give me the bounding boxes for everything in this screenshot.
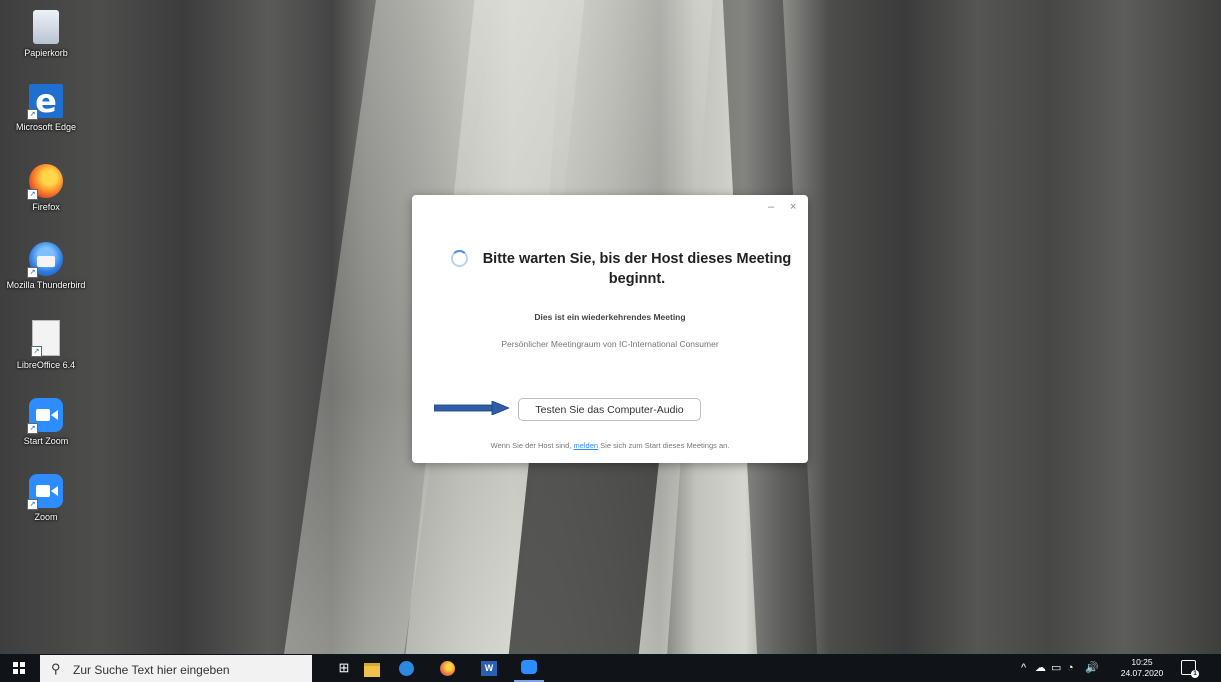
meeting-room-text: Persönlicher Meetingraum von IC-Internat…	[501, 339, 719, 349]
thunderbird-icon: ↗	[27, 242, 63, 278]
minimize-button[interactable]: –	[768, 201, 774, 213]
desktop-icon-edge[interactable]: e ↗ Microsoft Edge	[6, 82, 86, 132]
clock-date: 24.07.2020	[1120, 668, 1164, 678]
wifi-icon[interactable]: ◔	[1067, 654, 1074, 682]
dialog-heading: Bitte warten Sie, bis der Host dieses Me…	[482, 251, 792, 287]
footer-text-before: Wenn Sie der Host sind,	[490, 441, 572, 450]
notification-count-badge: 1	[1191, 670, 1199, 678]
taskbar-search-box[interactable]: ⚲	[40, 655, 312, 682]
file-explorer-icon[interactable]	[361, 658, 383, 678]
desktop-icon-thunderbird[interactable]: ↗ Mozilla Thunderbird	[6, 242, 86, 290]
desktop-icon-label: Microsoft Edge	[15, 122, 77, 132]
windows-logo-icon	[13, 662, 25, 674]
desktop-icon-zoom[interactable]: ↗ Zoom	[6, 474, 86, 522]
desktop-icon-label: Mozilla Thunderbird	[6, 280, 86, 290]
zoom-icon[interactable]	[514, 656, 544, 682]
host-signin-link[interactable]: melden	[573, 441, 598, 450]
wallpaper-rock	[508, 440, 662, 654]
desktop-icon-recycle-bin[interactable]: Papierkorb	[6, 10, 86, 58]
libreoffice-icon: ↗	[31, 320, 60, 357]
shortcut-arrow-icon: ↗	[31, 346, 42, 357]
desktop-icon-label: Zoom	[34, 512, 58, 522]
edge-icon: e ↗	[27, 82, 63, 120]
shortcut-arrow-icon: ↗	[27, 189, 38, 200]
desktop-icon-label: Papierkorb	[24, 48, 68, 58]
meeting-type-text: Dies ist ein wiederkehrendes Meeting	[534, 312, 686, 322]
firefox-icon: ↗	[27, 164, 63, 200]
desktop-icon-label: LibreOffice 6.4	[16, 360, 76, 370]
loading-spinner-icon	[451, 250, 468, 267]
firefox-icon[interactable]	[437, 658, 459, 678]
desktop-icon-libreoffice[interactable]: ↗ LibreOffice 6.4	[6, 320, 86, 370]
search-icon: ⚲	[51, 661, 61, 676]
desktop-icon-start-zoom[interactable]: ↗ Start Zoom	[6, 398, 86, 446]
footer-text-after: Sie sich zum Start dieses Meetings an.	[600, 441, 730, 450]
close-button[interactable]: ×	[790, 201, 796, 213]
onedrive-icon[interactable]: ☁	[1035, 654, 1046, 682]
desktop-icon-firefox[interactable]: ↗ Firefox	[6, 164, 86, 212]
shortcut-arrow-icon: ↗	[27, 267, 38, 278]
zoom-icon: ↗	[27, 398, 63, 434]
desktop-icon-label: Firefox	[32, 202, 60, 212]
edge-icon[interactable]	[396, 658, 418, 678]
search-input[interactable]	[71, 659, 310, 680]
desktop-icon-label: Start Zoom	[23, 436, 69, 446]
zoom-icon: ↗	[27, 474, 63, 510]
task-view-icon[interactable]: ⊞	[333, 658, 355, 678]
word-icon[interactable]: W	[478, 658, 500, 678]
action-center-icon[interactable]: 1	[1181, 660, 1199, 678]
system-clock[interactable]: 10:25 24.07.2020	[1120, 657, 1164, 679]
battery-icon[interactable]: ▭	[1051, 654, 1061, 682]
clock-time: 10:25	[1131, 657, 1153, 667]
test-computer-audio-button[interactable]: Testen Sie das Computer-Audio	[518, 398, 701, 421]
zoom-waiting-dialog: – × Bitte warten Sie, bis der Host diese…	[412, 195, 808, 463]
shortcut-arrow-icon: ↗	[27, 423, 38, 434]
volume-icon[interactable]: 🔊	[1085, 654, 1099, 682]
recycle-bin-icon	[33, 10, 59, 44]
taskbar: ⚲ ⊞ W ^ ☁ ▭ ◔ 🔊 10:25 24.07.2020 1	[0, 654, 1221, 682]
shortcut-arrow-icon: ↗	[27, 499, 38, 510]
annotation-arrow-icon	[434, 401, 509, 415]
start-button[interactable]	[0, 654, 38, 682]
show-hidden-icons-button[interactable]: ^	[1021, 654, 1026, 682]
shortcut-arrow-icon: ↗	[27, 109, 38, 120]
host-signin-footer: Wenn Sie der Host sind, melden Sie sich …	[412, 441, 808, 450]
